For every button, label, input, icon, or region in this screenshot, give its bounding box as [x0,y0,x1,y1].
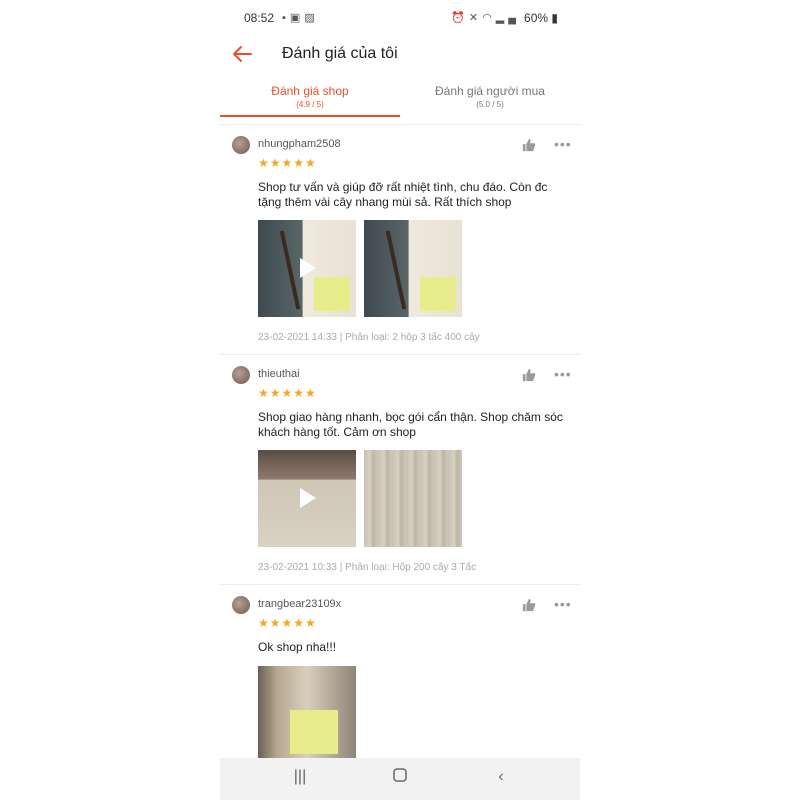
tab-rating: (5.0 / 5) [476,100,504,109]
tab-shop-reviews[interactable]: Đánh giá shop (4.9 / 5) [220,78,400,116]
review-tabs: Đánh giá shop (4.9 / 5) Đánh giá người m… [220,78,580,125]
app-bar: Đánh giá của tôi [220,36,580,76]
star-rating: ★★★★★ [258,616,317,630]
tab-buyer-reviews[interactable]: Đánh giá người mua (5.0 / 5) [400,78,580,116]
alarm-icon: ⏰ [451,12,469,24]
divider [220,584,580,585]
product-photo [420,277,456,311]
star-rating: ★★★★★ [258,386,317,400]
status-bar: 08:52 ▪▣▨ ⏰✕◠▂▄ 60% ▮ [220,0,580,36]
review-photo[interactable] [364,450,462,547]
avatar[interactable] [232,366,250,384]
review-text: Ok shop nha!!! [258,640,337,654]
review-meta: 23-02-2021 10:33 | Phân loại: Hộp 200 câ… [258,562,477,573]
avatar[interactable] [232,596,250,614]
battery-text: 60% [524,11,549,25]
avatar[interactable] [232,136,250,154]
system-nav-bar: ||| ‹ [220,758,580,800]
tab-rating: (4.9 / 5) [296,100,324,109]
more-options-icon[interactable]: ••• [554,596,572,612]
divider [220,124,580,125]
more-options-icon[interactable]: ••• [554,366,572,382]
review-item: thieuthai ••• ★★★★★ Shop giao hàng nhanh… [220,366,580,586]
arrow-left-icon[interactable] [230,42,254,66]
product-photo [385,230,407,310]
product-photo [290,710,338,754]
signal-icon: ▂▄ [495,12,520,24]
image-icon: ▨ [304,12,319,24]
thumbs-up-icon[interactable] [522,598,536,612]
thumbs-up-icon[interactable] [522,138,536,152]
status-left-icons: ▪▣▨ [282,11,319,24]
divider [220,354,580,355]
recent-apps-button[interactable]: ||| [285,768,315,786]
product-photo [279,230,301,310]
page-title: Đánh giá của tôi [282,45,398,62]
mute-icon: ✕ [468,12,483,24]
tab-label: Đánh giá shop [271,84,349,98]
system-back-button[interactable]: ‹ [486,768,516,786]
status-time: 08:52 [244,11,275,25]
review-item: trangbear23109x ••• ★★★★★ Ok shop nha!!! [220,596,580,758]
more-options-icon[interactable]: ••• [554,136,572,152]
review-text: Shop tư vấn và giúp đỡ rất nhiệt tình, c… [258,180,548,209]
thumbs-up-icon[interactable] [522,368,536,382]
play-icon[interactable] [300,488,316,508]
review-username[interactable]: thieuthai [258,368,300,380]
home-icon [393,768,407,782]
wifi-icon: ◠ [482,12,496,24]
review-meta: 23-02-2021 14:33 | Phân loại: 2 hộp 3 tấ… [258,332,480,343]
calendar-icon: ▣ [289,12,305,24]
product-photo [314,277,350,311]
battery-icon: ▮ [548,11,558,25]
tab-label: Đánh giá người mua [435,84,545,98]
home-button[interactable] [385,768,415,787]
review-video[interactable] [258,220,356,317]
review-video[interactable] [258,450,356,547]
review-item: nhungpham2508 ••• ★★★★★ Shop tư vấn và g… [220,136,580,356]
review-photo[interactable] [258,666,356,758]
play-icon[interactable] [300,258,316,278]
phone-screen: 08:52 ▪▣▨ ⏰✕◠▂▄ 60% ▮ Đánh giá của tôi Đ… [220,0,580,800]
review-username[interactable]: nhungpham2508 [258,138,341,150]
review-username[interactable]: trangbear23109x [258,598,341,610]
star-rating: ★★★★★ [258,156,317,170]
notification-icon: ▪ [282,12,290,24]
review-text: Shop giao hàng nhanh, bọc gói cẩn thận. … [258,410,563,439]
review-photo[interactable] [364,220,462,317]
battery-level: 60% ▮ [524,11,558,25]
tab-active-indicator [220,115,400,117]
status-right-icons: ⏰✕◠▂▄ [451,11,520,24]
